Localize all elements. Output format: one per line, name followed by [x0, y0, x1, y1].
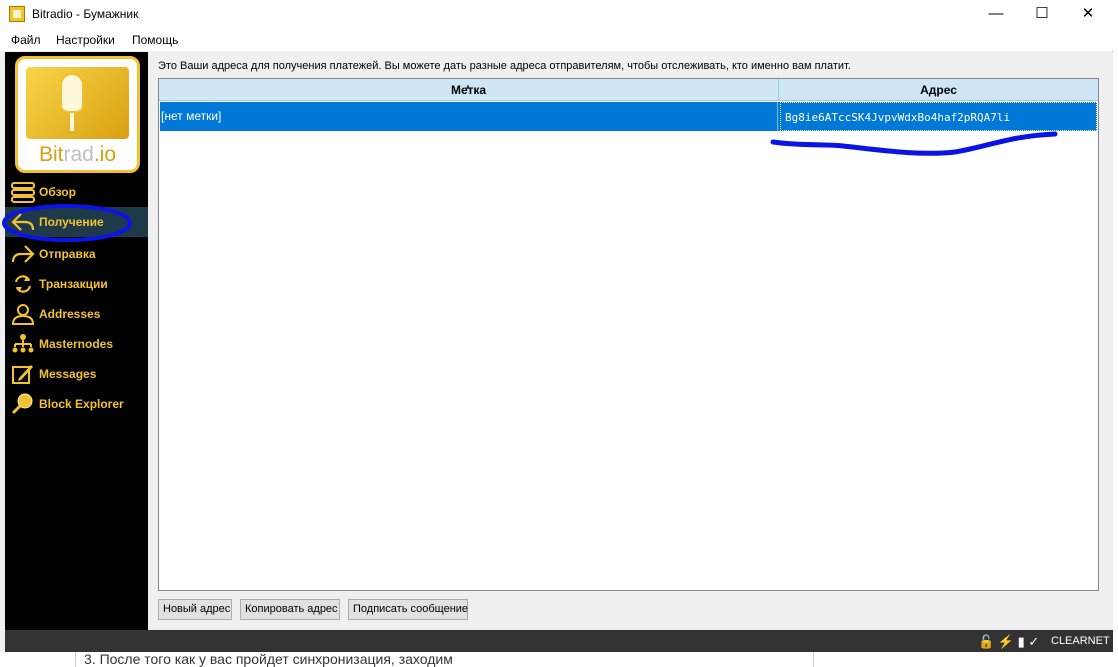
- window-title: Bitradio - Бумажник: [32, 7, 139, 21]
- masternodes-icon: [12, 334, 34, 353]
- minimize-button[interactable]: —: [973, 0, 1019, 29]
- column-header-address[interactable]: Адрес: [779, 79, 1098, 101]
- status-bar: 🔓 ⚡ ▮ ✓ CLEARNET: [5, 630, 1113, 652]
- menu-settings[interactable]: Настройки: [56, 33, 115, 47]
- row-label: [нет метки]: [161, 102, 778, 131]
- menu-bar: Файл Настройки Помощь: [0, 29, 1113, 51]
- sidebar-item-label: Addresses: [39, 307, 101, 321]
- menu-file[interactable]: Файл: [11, 33, 41, 47]
- table-row[interactable]: [нет метки] Bg8ie6ATccSK4JvpvWdxBo4haf2p…: [160, 102, 1097, 131]
- close-button[interactable]: ✕: [1065, 0, 1111, 29]
- overview-icon: [11, 182, 35, 203]
- messages-icon: [12, 365, 33, 384]
- network-label: CLEARNET: [1051, 635, 1110, 647]
- status-icons: 🔓 ⚡ ▮ ✓: [978, 634, 1039, 650]
- sidebar-item-label: Block Explorer: [39, 397, 124, 411]
- column-header-label[interactable]: ▲ Метка: [159, 79, 779, 101]
- connections-icon: ▮: [1017, 634, 1025, 649]
- table-header: ▲ Метка Адрес: [159, 79, 1098, 101]
- unlock-icon: 🔓: [978, 634, 995, 649]
- sidebar-item-label: Обзор: [39, 185, 76, 199]
- receive-page: Это Ваши адреса для получения платежей. …: [148, 52, 1113, 630]
- background-divider: [75, 650, 76, 667]
- row-address: Bg8ie6ATccSK4JvpvWdxBo4haf2pRQA7li: [780, 102, 1097, 131]
- background-divider: [813, 650, 814, 667]
- receive-icon: [11, 213, 35, 231]
- microphone-icon: [60, 73, 84, 113]
- block-explorer-icon: [11, 393, 33, 415]
- sidebar-item-label: Получение: [39, 215, 104, 229]
- addresses-icon: [11, 304, 35, 325]
- copy-address-button[interactable]: Копировать адрес: [240, 599, 340, 620]
- send-icon: [11, 245, 35, 263]
- app-icon: [9, 6, 25, 22]
- sidebar-item-label: Отправка: [39, 247, 96, 261]
- sidebar-item-label: Транзакции: [39, 277, 108, 291]
- info-text: Это Ваши адреса для получения платежей. …: [158, 60, 851, 72]
- bitradio-logo: Bitrad.io: [15, 56, 140, 173]
- sidebar-item-addresses[interactable]: Addresses: [5, 299, 148, 329]
- new-address-button[interactable]: Новый адрес: [158, 599, 232, 620]
- sidebar-item-messages[interactable]: Messages: [5, 359, 148, 389]
- sign-message-button[interactable]: Подписать сообщение: [348, 599, 468, 620]
- sidebar-item-block-explorer[interactable]: Block Explorer: [5, 389, 148, 419]
- staking-icon: ⚡: [997, 634, 1014, 649]
- maximize-button[interactable]: ☐: [1019, 0, 1065, 29]
- menu-help[interactable]: Помощь: [132, 33, 178, 47]
- sidebar-item-masternodes[interactable]: Masternodes: [5, 329, 148, 359]
- address-table[interactable]: ▲ Метка Адрес [нет метки] Bg8ie6ATccSK4J…: [158, 78, 1099, 591]
- sidebar: Bitrad.io Обзор Получение Отправка Транз…: [5, 52, 148, 630]
- sidebar-item-overview[interactable]: Обзор: [5, 177, 148, 207]
- transactions-icon: [14, 275, 32, 293]
- wallet-window: Bitradio - Бумажник — ☐ ✕ Файл Настройки…: [0, 0, 1113, 652]
- background-document: 3. После того как у вас пройдет синхрони…: [0, 650, 1118, 667]
- sidebar-item-send[interactable]: Отправка: [5, 239, 148, 269]
- microphone-stand: [70, 113, 74, 131]
- title-bar: Bitradio - Бумажник — ☐ ✕: [0, 0, 1113, 29]
- logo-text: Bitrad.io: [38, 143, 117, 166]
- sidebar-item-label: Messages: [39, 367, 97, 381]
- sort-arrow-icon: ▲: [464, 82, 472, 91]
- background-text: 3. После того как у вас пройдет синхрони…: [84, 651, 453, 667]
- sidebar-item-receive[interactable]: Получение: [5, 207, 148, 237]
- sidebar-item-transactions[interactable]: Транзакции: [5, 269, 148, 299]
- sidebar-item-label: Masternodes: [39, 337, 114, 351]
- synced-check-icon: ✓: [1028, 634, 1040, 649]
